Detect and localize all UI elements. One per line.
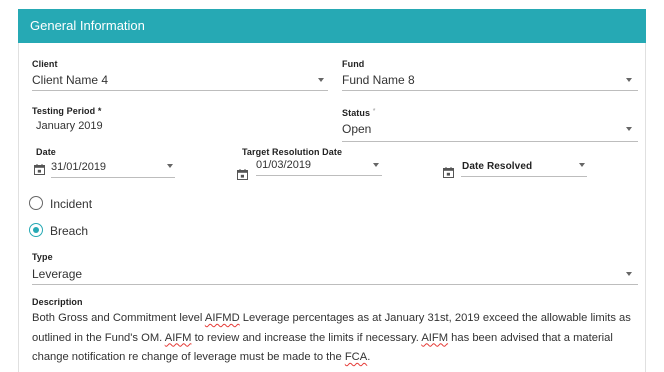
testing-period-value[interactable]: January 2019 bbox=[36, 120, 103, 132]
type-select-underline bbox=[32, 284, 638, 285]
chevron-down-icon[interactable] bbox=[167, 164, 173, 168]
date-underline bbox=[51, 177, 175, 178]
incident-radio-label[interactable]: Incident bbox=[50, 197, 92, 211]
description-text: . bbox=[367, 351, 371, 363]
status-select-underline bbox=[342, 141, 638, 142]
target-resolution-date-value[interactable]: 01/03/2019 bbox=[256, 159, 311, 171]
description-text: to review and increase the limits if nec… bbox=[191, 331, 422, 344]
fund-select-underline bbox=[342, 90, 638, 91]
testing-period-label-text: Testing Period bbox=[32, 106, 96, 116]
fund-select-value[interactable]: Fund Name 8 bbox=[342, 73, 415, 87]
date-value[interactable]: 31/01/2019 bbox=[51, 161, 106, 173]
status-select-value[interactable]: Open bbox=[342, 122, 371, 136]
calendar-icon[interactable] bbox=[237, 169, 248, 180]
incident-radio[interactable] bbox=[29, 196, 43, 210]
testing-period-label: Testing Period * bbox=[32, 106, 101, 116]
chevron-down-icon[interactable] bbox=[626, 272, 632, 276]
target-resolution-date-label: Target Resolution Date bbox=[242, 147, 343, 157]
spellcheck-word: AIFM bbox=[164, 331, 192, 344]
required-marker: * bbox=[372, 108, 376, 115]
chevron-down-icon[interactable] bbox=[579, 163, 585, 167]
target-resolution-date-underline bbox=[256, 175, 382, 176]
status-label: Status * bbox=[342, 108, 376, 118]
date-label: Date bbox=[36, 147, 56, 157]
status-label-text: Status bbox=[342, 108, 371, 118]
spellcheck-word: AIFM bbox=[421, 331, 449, 344]
calendar-icon[interactable] bbox=[443, 167, 454, 178]
breach-radio[interactable] bbox=[29, 223, 43, 237]
chevron-down-icon[interactable] bbox=[626, 127, 632, 131]
chevron-down-icon[interactable] bbox=[318, 78, 324, 82]
panel-title: General Information bbox=[30, 18, 145, 33]
description-text: Both Gross and Commitment level bbox=[32, 312, 205, 324]
calendar-icon[interactable] bbox=[34, 164, 45, 175]
date-resolved-underline bbox=[461, 176, 587, 177]
spellcheck-word: FCA bbox=[344, 351, 368, 363]
panel-header: General Information bbox=[18, 9, 646, 43]
chevron-down-icon[interactable] bbox=[373, 163, 379, 167]
client-select-value[interactable]: Client Name 4 bbox=[32, 73, 108, 87]
breach-radio-label[interactable]: Breach bbox=[50, 224, 88, 238]
client-select-underline bbox=[32, 90, 328, 91]
description-textarea[interactable]: Both Gross and Commitment level AIFMD Le… bbox=[32, 309, 644, 368]
type-label: Type bbox=[32, 252, 53, 262]
type-select-value[interactable]: Leverage bbox=[32, 267, 82, 281]
fund-label: Fund bbox=[342, 59, 365, 69]
description-label: Description bbox=[32, 297, 83, 307]
client-label: Client bbox=[32, 59, 58, 69]
date-resolved-label[interactable]: Date Resolved bbox=[462, 161, 532, 172]
required-marker: * bbox=[97, 106, 102, 116]
spellcheck-word: AIFMD bbox=[204, 312, 240, 324]
chevron-down-icon[interactable] bbox=[626, 78, 632, 82]
